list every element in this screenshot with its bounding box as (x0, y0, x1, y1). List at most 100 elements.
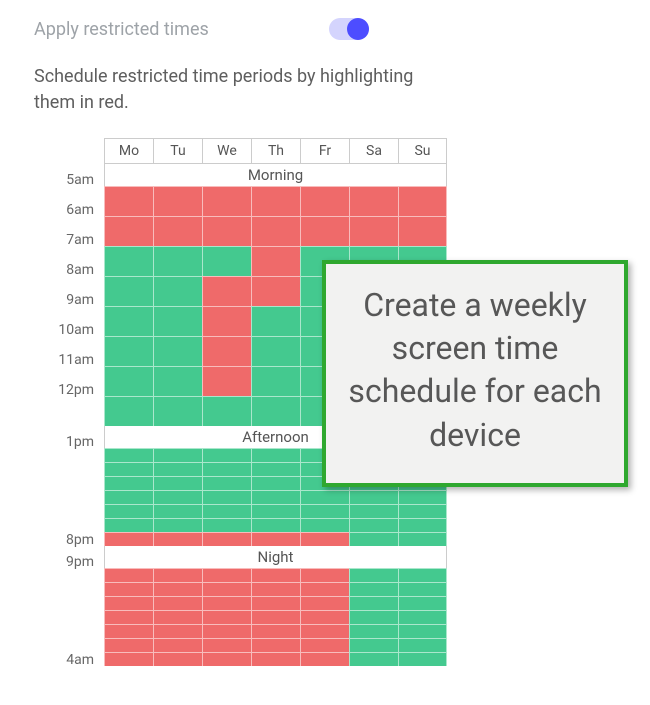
schedule-cell[interactable] (153, 624, 202, 638)
schedule-cell[interactable] (153, 336, 202, 366)
schedule-cell[interactable] (300, 638, 349, 652)
schedule-cell[interactable] (104, 448, 153, 462)
schedule-cell[interactable] (300, 652, 349, 666)
schedule-cell[interactable] (153, 652, 202, 666)
schedule-cell[interactable] (251, 448, 300, 462)
schedule-cell[interactable] (202, 186, 251, 216)
schedule-cell[interactable] (104, 246, 153, 276)
schedule-cell[interactable] (153, 276, 202, 306)
schedule-cell[interactable] (104, 462, 153, 476)
schedule-cell[interactable] (251, 582, 300, 596)
schedule-cell[interactable] (104, 366, 153, 396)
schedule-cell[interactable] (153, 186, 202, 216)
schedule-cell[interactable] (349, 532, 398, 546)
schedule-cell[interactable] (202, 462, 251, 476)
schedule-cell[interactable] (202, 246, 251, 276)
schedule-cell[interactable] (153, 246, 202, 276)
schedule-cell[interactable] (251, 504, 300, 518)
schedule-cell[interactable] (153, 504, 202, 518)
schedule-cell[interactable] (251, 396, 300, 426)
schedule-cell[interactable] (104, 582, 153, 596)
schedule-cell[interactable] (349, 216, 398, 246)
schedule-cell[interactable] (202, 596, 251, 610)
schedule-cell[interactable] (153, 638, 202, 652)
schedule-cell[interactable] (202, 476, 251, 490)
schedule-cell[interactable] (398, 532, 447, 546)
schedule-cell[interactable] (104, 638, 153, 652)
schedule-cell[interactable] (202, 336, 251, 366)
schedule-cell[interactable] (104, 624, 153, 638)
schedule-cell[interactable] (349, 638, 398, 652)
schedule-cell[interactable] (104, 490, 153, 504)
schedule-cell[interactable] (153, 448, 202, 462)
schedule-cell[interactable] (202, 568, 251, 582)
schedule-cell[interactable] (398, 216, 447, 246)
schedule-cell[interactable] (202, 582, 251, 596)
schedule-cell[interactable] (153, 306, 202, 336)
schedule-cell[interactable] (153, 568, 202, 582)
schedule-cell[interactable] (251, 276, 300, 306)
schedule-cell[interactable] (251, 336, 300, 366)
schedule-cell[interactable] (202, 396, 251, 426)
schedule-cell[interactable] (104, 532, 153, 546)
schedule-cell[interactable] (153, 610, 202, 624)
schedule-cell[interactable] (349, 610, 398, 624)
night-cells[interactable] (104, 568, 447, 666)
schedule-cell[interactable] (398, 568, 447, 582)
schedule-cell[interactable] (398, 638, 447, 652)
schedule-cell[interactable] (104, 610, 153, 624)
schedule-cell[interactable] (300, 596, 349, 610)
schedule-cell[interactable] (300, 532, 349, 546)
schedule-cell[interactable] (398, 610, 447, 624)
schedule-cell[interactable] (398, 624, 447, 638)
schedule-cell[interactable] (398, 186, 447, 216)
schedule-cell[interactable] (251, 246, 300, 276)
schedule-cell[interactable] (153, 396, 202, 426)
schedule-cell[interactable] (202, 216, 251, 246)
schedule-cell[interactable] (300, 518, 349, 532)
schedule-cell[interactable] (251, 624, 300, 638)
schedule-cell[interactable] (398, 518, 447, 532)
schedule-cell[interactable] (349, 624, 398, 638)
schedule-cell[interactable] (251, 518, 300, 532)
schedule-cell[interactable] (202, 490, 251, 504)
schedule-cell[interactable] (153, 366, 202, 396)
schedule-cell[interactable] (202, 610, 251, 624)
schedule-cell[interactable] (300, 624, 349, 638)
schedule-cell[interactable] (202, 366, 251, 396)
schedule-cell[interactable] (398, 504, 447, 518)
schedule-cell[interactable] (251, 186, 300, 216)
schedule-cell[interactable] (153, 582, 202, 596)
schedule-cell[interactable] (251, 462, 300, 476)
schedule-cell[interactable] (251, 490, 300, 504)
schedule-cell[interactable] (153, 216, 202, 246)
schedule-cell[interactable] (104, 596, 153, 610)
schedule-cell[interactable] (251, 610, 300, 624)
schedule-cell[interactable] (104, 336, 153, 366)
schedule-cell[interactable] (202, 638, 251, 652)
schedule-cell[interactable] (349, 652, 398, 666)
schedule-cell[interactable] (300, 216, 349, 246)
schedule-cell[interactable] (153, 518, 202, 532)
schedule-cell[interactable] (251, 638, 300, 652)
schedule-cell[interactable] (153, 596, 202, 610)
schedule-cell[interactable] (202, 448, 251, 462)
schedule-cell[interactable] (153, 476, 202, 490)
schedule-cell[interactable] (104, 568, 153, 582)
schedule-cell[interactable] (349, 186, 398, 216)
schedule-cell[interactable] (202, 518, 251, 532)
schedule-cell[interactable] (153, 462, 202, 476)
schedule-cell[interactable] (104, 476, 153, 490)
schedule-cell[interactable] (104, 504, 153, 518)
schedule-cell[interactable] (104, 306, 153, 336)
schedule-cell[interactable] (251, 568, 300, 582)
schedule-cell[interactable] (398, 582, 447, 596)
schedule-cell[interactable] (349, 596, 398, 610)
schedule-cell[interactable] (251, 652, 300, 666)
schedule-cell[interactable] (104, 652, 153, 666)
schedule-cell[interactable] (251, 366, 300, 396)
schedule-cell[interactable] (251, 216, 300, 246)
schedule-cell[interactable] (202, 276, 251, 306)
schedule-cell[interactable] (153, 532, 202, 546)
schedule-cell[interactable] (349, 518, 398, 532)
